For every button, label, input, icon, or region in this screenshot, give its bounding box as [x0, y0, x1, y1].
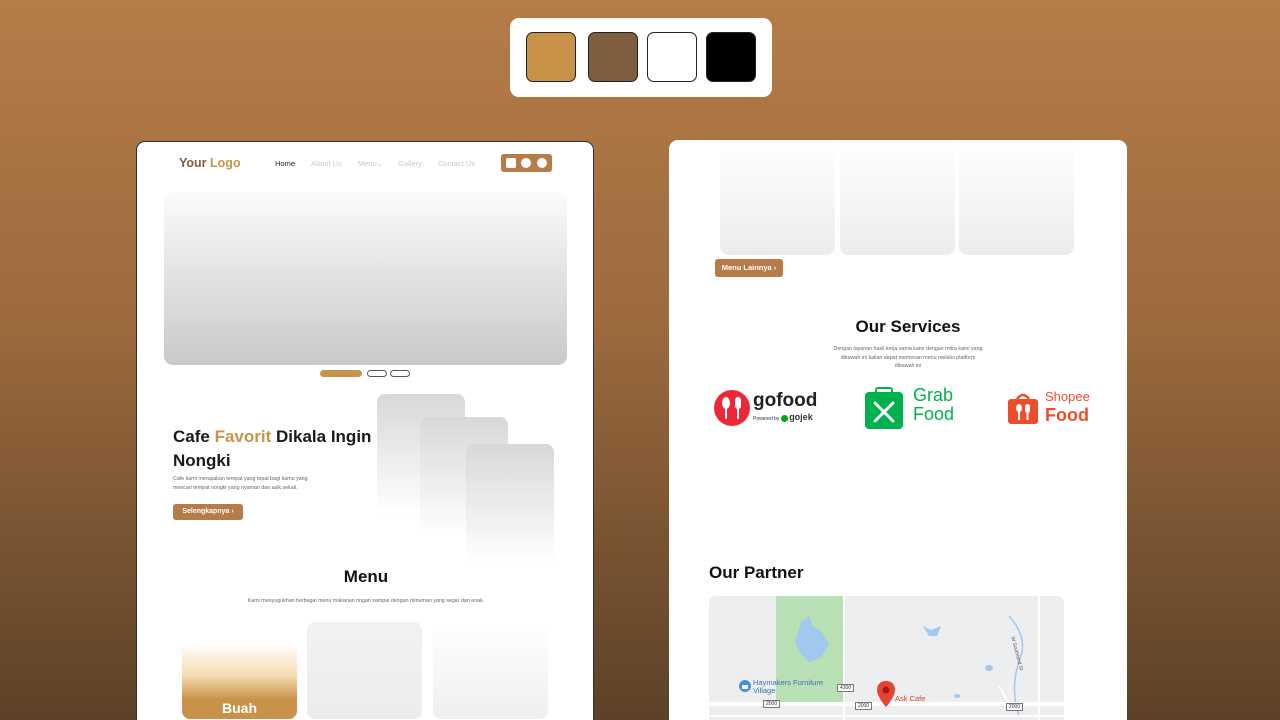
menu-title: Menu: [343, 567, 389, 586]
hero-banner: [164, 192, 567, 365]
logo-text-1: Your: [179, 156, 207, 170]
hero-title-text: Cafe: [173, 427, 210, 446]
menu-description: Kami menyugukhan berbagai menu makanan r…: [247, 598, 485, 604]
map-place-label: Haymakers Furniture Village: [753, 678, 824, 695]
color-swatch-3[interactable]: [647, 32, 697, 82]
partner-map[interactable]: Haymakers Furniture Village Ask Cafe 430…: [709, 596, 1064, 720]
grabfood-icon: [865, 387, 903, 429]
road-number: 2000: [855, 702, 873, 710]
road-number: 2000: [1006, 703, 1024, 711]
menu-card-label: Buah: [222, 700, 257, 716]
shopee-text: Shopee: [1045, 389, 1090, 404]
menu-card[interactable]: [720, 140, 835, 255]
selengkapnya-button[interactable]: Selengkapnya ›: [173, 504, 243, 520]
grab-text: Grab: [913, 385, 954, 405]
menu-card[interactable]: [840, 140, 955, 255]
powered-by-text: Powered by: [753, 416, 780, 422]
gofood-logo[interactable]: gofood Powered by gojek: [713, 388, 823, 428]
nav-menu[interactable]: Menu⌄: [358, 159, 383, 168]
gofood-name: gofood: [753, 390, 818, 411]
landing-page-mockup-left: Your Logo Home About Us Menu⌄ Gallery Co…: [136, 141, 594, 720]
gallery-card: [466, 444, 554, 564]
twitter-icon[interactable]: [521, 158, 531, 168]
road-number: 2000: [763, 700, 781, 708]
shopeefood-text: Shopee Food: [1045, 389, 1090, 425]
partner-title: Our Partner: [709, 563, 804, 582]
location-pin-icon[interactable]: [877, 681, 895, 707]
menu-card-buah[interactable]: Buah: [182, 622, 297, 719]
menu-card[interactable]: [959, 140, 1074, 255]
carousel-dot-active[interactable]: [320, 370, 362, 377]
nav-about-us[interactable]: About Us: [311, 159, 342, 168]
color-swatch-2[interactable]: [588, 32, 638, 82]
services-description: Dengan layanan hasil kerja sama kami den…: [833, 346, 983, 369]
color-swatch-1[interactable]: [526, 32, 576, 82]
gofood-powered: Powered by gojek: [753, 412, 813, 423]
hero-description: Cafe kami merupakan tempat yang tepat ba…: [173, 476, 308, 491]
carousel-dot[interactable]: [390, 370, 410, 377]
instagram-icon[interactable]: [506, 158, 516, 168]
food-text: Food: [913, 404, 955, 424]
shopeefood-logo[interactable]: Shopee Food: [1007, 389, 1099, 429]
grabfood-logo[interactable]: Grab Food: [863, 386, 969, 431]
nav-gallery[interactable]: Gallery: [398, 159, 422, 168]
nav-home[interactable]: Home: [275, 159, 295, 168]
gojek-text: gojek: [789, 412, 813, 422]
menu-card[interactable]: [433, 622, 548, 719]
logo-text-2: Logo: [210, 156, 241, 170]
map-place-label: Ask Cafe: [895, 694, 926, 703]
grabfood-text: Grab Food: [913, 386, 954, 424]
carousel-dot[interactable]: [367, 370, 387, 377]
nav-menu-label: Menu: [358, 159, 377, 168]
road-number: 4300: [837, 684, 855, 692]
color-swatch-4[interactable]: [706, 32, 756, 82]
food-text: Food: [1045, 405, 1089, 425]
color-palette: [510, 18, 772, 97]
shopeefood-icon: [1008, 393, 1038, 424]
facebook-icon[interactable]: [537, 158, 547, 168]
landing-page-mockup-right: Menu Lainnya › Our Services Dengan layan…: [669, 140, 1127, 720]
menu-card[interactable]: [307, 622, 422, 719]
gofood-icon: [714, 390, 750, 426]
shopping-pin-icon: [739, 680, 751, 692]
menu-lainnya-button[interactable]: Menu Lainnya ›: [715, 259, 783, 277]
hero-title-accent: Favorit: [214, 427, 272, 446]
nav-contact-us[interactable]: Contact Us: [438, 159, 475, 168]
chevron-down-icon: ⌄: [376, 159, 384, 168]
hero-title: Cafe Favorit Dikala Ingin Nongki: [173, 425, 373, 473]
site-logo[interactable]: Your Logo: [179, 156, 241, 170]
services-title: Our Services: [855, 317, 961, 336]
gojek-icon: [780, 415, 788, 423]
social-links: [501, 154, 552, 172]
